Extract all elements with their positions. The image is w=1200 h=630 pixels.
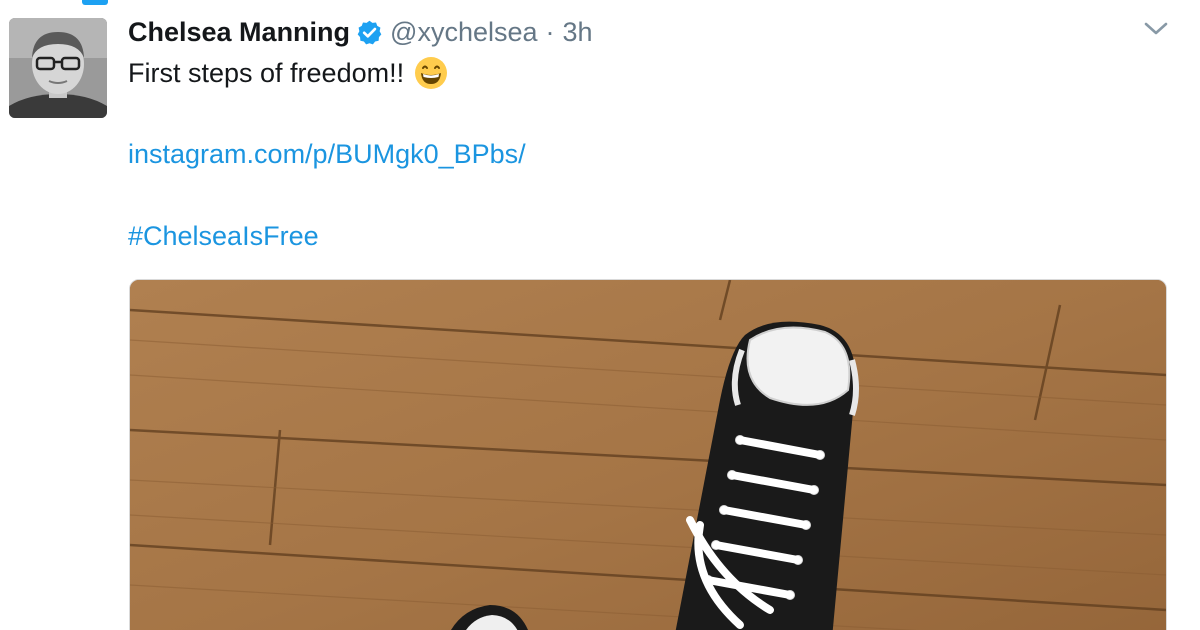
author-handle[interactable]: @xychelsea <box>390 17 537 48</box>
avatar[interactable] <box>9 18 107 118</box>
avatar-photo <box>9 18 107 118</box>
tweet-hashtag-line: #ChelseaIsFree <box>128 221 319 252</box>
tweet-link-line: instagram.com/p/BUMgk0_BPbs/ <box>128 139 526 170</box>
hashtag-link[interactable]: #ChelseaIsFree <box>128 221 319 251</box>
tweet-header: Chelsea Manning @xychelsea · 3h <box>128 14 593 50</box>
chevron-down-icon[interactable] <box>1142 16 1170 40</box>
tweet-timestamp[interactable]: 3h <box>563 17 593 48</box>
grinning-face-emoji-icon <box>414 56 448 90</box>
instagram-link[interactable]: instagram.com/p/BUMgk0_BPbs/ <box>128 139 526 169</box>
author-name[interactable]: Chelsea Manning <box>128 17 350 48</box>
tweet-media-photo[interactable] <box>129 279 1167 630</box>
sneaker-photo <box>130 280 1166 630</box>
top-accent <box>82 0 108 5</box>
tweet-card: Chelsea Manning @xychelsea · 3h First st… <box>0 0 1200 630</box>
header-separator: · <box>545 16 555 47</box>
verified-badge-icon <box>356 19 383 46</box>
tweet-text: First steps of freedom!! <box>128 56 448 90</box>
tweet-text-line: First steps of freedom!! <box>128 57 405 88</box>
